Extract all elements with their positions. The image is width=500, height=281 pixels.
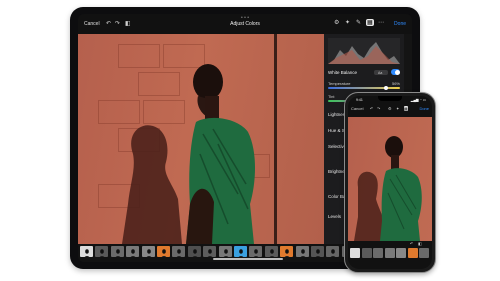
filter-thumbnail[interactable]: CI3 [218, 246, 232, 257]
filter-thumbnail[interactable]: KA6 [172, 246, 186, 257]
undo-icon[interactable]: ↶ [410, 241, 413, 246]
filter-thumbnail[interactable]: ORIG [80, 246, 93, 257]
iphone-bottom-controls: ↶ ◧ [348, 241, 432, 247]
adjust-color-icon[interactable]: ▦ [366, 19, 374, 26]
temperature-slider[interactable]: Temperature 56% [328, 81, 400, 91]
thumbnail-figure [130, 249, 136, 257]
magic-wand-icon[interactable]: ✦ [396, 106, 399, 111]
filter-thumbnail[interactable] [396, 248, 406, 258]
iphone-filter-filmstrip [348, 248, 432, 260]
filter-thumbnail[interactable]: KA1 [95, 246, 109, 257]
magic-wand-icon[interactable]: ✦ [345, 19, 350, 26]
filter-thumbnail[interactable]: CI4 [234, 246, 247, 257]
status-time: 9:41 [356, 98, 363, 102]
white-balance-label: White Balance [328, 70, 358, 75]
status-icons: ▂▄▆ ◔ ▭ [410, 98, 426, 102]
thumbnail-figure [100, 249, 105, 257]
filter-thumbnail[interactable]: CI5 [249, 246, 263, 257]
thumbnail-figure [331, 249, 336, 257]
more-icon[interactable]: ⋯ [378, 19, 384, 26]
adjust-color-icon[interactable]: ▦ [404, 106, 408, 111]
thumbnail-figure [300, 249, 305, 257]
compare-icon[interactable]: ◧ [418, 241, 422, 246]
filter-thumbnail[interactable] [407, 248, 418, 258]
thumbnail-figure [315, 249, 321, 257]
filter-thumbnail[interactable] [373, 248, 383, 258]
cancel-button[interactable]: Cancel [351, 106, 363, 111]
filter-thumbnail[interactable]: KA5 [157, 246, 170, 257]
thumbnail-figure [146, 249, 151, 257]
top-toolbar: • • • Cancel ↶ ↷ ◧ Adjust Colors ⚙ ✦ ✎ ▦… [78, 14, 412, 34]
filter-thumbnail[interactable]: CI2 [203, 246, 217, 257]
iphone-toolbar: Cancel ↶ ↷ ⚙ ✦ ▦ Done [348, 105, 432, 115]
filter-thumbnail[interactable] [361, 248, 372, 258]
filter-thumbnail[interactable]: KA4 [141, 246, 155, 257]
temperature-label: Temperature [328, 81, 351, 86]
thumbnail-figure [177, 249, 182, 257]
thumbnail-figure [115, 249, 121, 257]
done-button[interactable]: Done [419, 106, 429, 111]
filter-thumbnail[interactable] [350, 248, 360, 258]
page-title: Adjust Colors [230, 21, 260, 27]
iphone-device: 9:41 ▂▄▆ ◔ ▭ Cancel ↶ ↷ ⚙ ✦ ▦ Done ↶ ◧ [344, 92, 436, 273]
thumbnail-figure [192, 249, 198, 257]
brush-icon[interactable]: ✎ [356, 19, 361, 26]
iphone-notch [378, 96, 402, 101]
subject-silhouette [122, 64, 255, 244]
filter-thumbnail[interactable]: KA2 [110, 246, 124, 257]
section-levels[interactable]: Levels [328, 214, 341, 219]
thumbnail-figure [84, 249, 90, 257]
tint-label: Tint [328, 94, 335, 99]
filter-thumbnail[interactable]: CI1 [187, 246, 201, 257]
thumbnail-figure [238, 249, 244, 257]
redo-icon[interactable]: ↷ [377, 106, 380, 111]
filters-icon[interactable]: ⚙ [334, 19, 339, 26]
undo-icon[interactable]: ↶ [370, 106, 373, 111]
temperature-track[interactable] [328, 87, 400, 89]
temperature-value: 56% [391, 81, 400, 86]
iphone-screen: 9:41 ▂▄▆ ◔ ▭ Cancel ↶ ↷ ⚙ ✦ ▦ Done ↶ ◧ [348, 96, 432, 269]
filter-thumbnail[interactable]: CI7 [280, 246, 294, 257]
thumbnail-figure [161, 249, 167, 257]
filter-thumbnail[interactable] [419, 248, 429, 258]
thumbnail-figure [269, 249, 275, 257]
filter-thumbnail[interactable]: KA3 [126, 246, 140, 257]
white-balance-toggle[interactable] [391, 69, 400, 75]
iphone-photo-canvas[interactable] [348, 117, 432, 241]
filter-thumbnail[interactable] [384, 248, 395, 258]
photo-canvas[interactable] [78, 34, 324, 244]
home-indicator [213, 258, 283, 260]
done-button[interactable]: Done [394, 21, 406, 27]
filter-thumbnail[interactable]: BW3 [326, 246, 340, 257]
auto-segment[interactable]: Aa [374, 70, 388, 75]
histogram [328, 38, 400, 64]
subject-silhouette [354, 136, 422, 241]
thumbnail-figure [207, 249, 213, 257]
thumbnail-figure [284, 249, 290, 257]
thumbnail-figure [254, 249, 259, 257]
filter-thumbnail[interactable]: CI6 [264, 246, 278, 257]
white-balance-row: White Balance Aa [328, 69, 400, 77]
temperature-knob[interactable] [384, 85, 389, 90]
filters-icon[interactable]: ⚙ [388, 106, 392, 111]
thumbnail-figure [223, 249, 228, 257]
filter-thumbnail[interactable]: BW2 [311, 246, 324, 257]
filter-thumbnail[interactable]: BW1 [295, 246, 309, 257]
